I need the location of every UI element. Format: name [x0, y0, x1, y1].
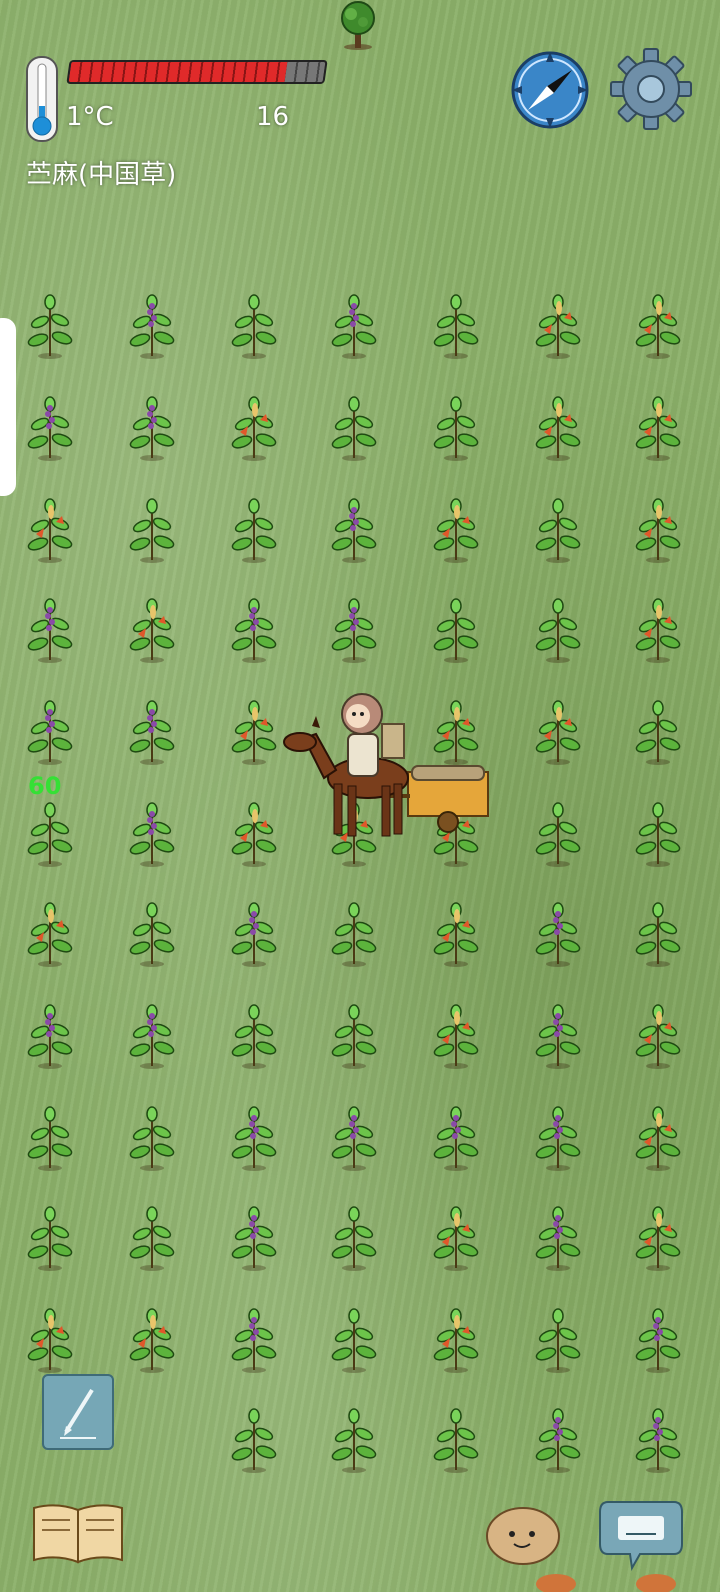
ramie-plant[interactable]: [128, 1306, 176, 1374]
temperature-readout: 1°C: [66, 102, 114, 132]
ramie-plant[interactable]: [534, 292, 582, 360]
potato-face-icon[interactable]: [484, 1502, 562, 1566]
ramie-plant[interactable]: [26, 800, 74, 868]
ramie-plant[interactable]: [330, 394, 378, 462]
ramie-plant[interactable]: [26, 1104, 74, 1172]
ramie-plant[interactable]: [330, 596, 378, 664]
ramie-plant[interactable]: [634, 1406, 682, 1474]
ramie-plant[interactable]: [26, 1002, 74, 1070]
ramie-plant[interactable]: [26, 1204, 74, 1272]
ramie-plant[interactable]: [128, 1002, 176, 1070]
ramie-plant[interactable]: [230, 1406, 278, 1474]
ramie-plant[interactable]: [634, 698, 682, 766]
ramie-plant[interactable]: [26, 596, 74, 664]
ramie-plant[interactable]: [330, 1204, 378, 1272]
ramie-plant[interactable]: [634, 800, 682, 868]
ramie-plant[interactable]: [534, 596, 582, 664]
health-bar-fill: [68, 62, 288, 82]
ramie-plant[interactable]: [26, 1306, 74, 1374]
ramie-plant[interactable]: [128, 900, 176, 968]
ramie-plant[interactable]: [432, 496, 480, 564]
ramie-plant[interactable]: [230, 394, 278, 462]
ramie-plant[interactable]: [128, 292, 176, 360]
ramie-plant[interactable]: [330, 292, 378, 360]
thermometer-icon: [26, 56, 58, 142]
ramie-plant[interactable]: [534, 1204, 582, 1272]
ramie-plant[interactable]: [634, 292, 682, 360]
ramie-plant[interactable]: [128, 596, 176, 664]
ramie-plant[interactable]: [534, 1002, 582, 1070]
ramie-plant[interactable]: [230, 1002, 278, 1070]
ramie-plant[interactable]: [230, 1306, 278, 1374]
compass-icon[interactable]: [510, 50, 590, 130]
ramie-plant[interactable]: [128, 394, 176, 462]
counter-readout: 16: [256, 102, 290, 132]
ramie-plant[interactable]: [230, 596, 278, 664]
ramie-plant[interactable]: [432, 1204, 480, 1272]
ramie-plant[interactable]: [330, 1002, 378, 1070]
ramie-plant[interactable]: [230, 800, 278, 868]
ramie-plant[interactable]: [330, 1406, 378, 1474]
ramie-plant[interactable]: [128, 1204, 176, 1272]
ramie-plant[interactable]: [634, 596, 682, 664]
ramie-plant[interactable]: [26, 292, 74, 360]
ramie-plant[interactable]: [128, 496, 176, 564]
ramie-plant[interactable]: [432, 1002, 480, 1070]
ramie-plant[interactable]: [230, 1204, 278, 1272]
ramie-plant[interactable]: [432, 394, 480, 462]
gear-icon[interactable]: [610, 48, 692, 130]
ramie-plant[interactable]: [432, 900, 480, 968]
ramie-plant[interactable]: [432, 292, 480, 360]
side-drawer-tab[interactable]: [0, 318, 16, 496]
book-icon[interactable]: [30, 1500, 126, 1566]
ramie-plant[interactable]: [634, 1002, 682, 1070]
pen-icon[interactable]: [42, 1374, 114, 1450]
ramie-plant[interactable]: [534, 800, 582, 868]
ramie-plant[interactable]: [534, 1406, 582, 1474]
ramie-plant[interactable]: [230, 292, 278, 360]
ramie-plant[interactable]: [128, 1104, 176, 1172]
ramie-plant[interactable]: [634, 496, 682, 564]
ramie-plant[interactable]: [534, 1306, 582, 1374]
ramie-plant[interactable]: [26, 698, 74, 766]
item-sprite-edge[interactable]: [532, 1566, 580, 1592]
ramie-plant[interactable]: [432, 1306, 480, 1374]
ramie-plant[interactable]: [634, 900, 682, 968]
ramie-plant[interactable]: [534, 900, 582, 968]
ramie-plant[interactable]: [230, 698, 278, 766]
tree-sprite[interactable]: [332, 0, 384, 52]
ramie-plant[interactable]: [128, 698, 176, 766]
ramie-plant[interactable]: [634, 1104, 682, 1172]
ramie-plant[interactable]: [432, 596, 480, 664]
floating-number: 60: [28, 772, 62, 800]
ramie-plant[interactable]: [534, 698, 582, 766]
item-sprite-edge[interactable]: [632, 1566, 680, 1592]
ramie-plant[interactable]: [634, 1204, 682, 1272]
ramie-plant[interactable]: [330, 1306, 378, 1374]
health-bar: [66, 60, 328, 84]
ramie-plant[interactable]: [634, 394, 682, 462]
ramie-plant[interactable]: [330, 496, 378, 564]
ramie-plant[interactable]: [534, 496, 582, 564]
ramie-plant[interactable]: [330, 900, 378, 968]
ramie-plant[interactable]: [230, 1104, 278, 1172]
ramie-plant[interactable]: [230, 496, 278, 564]
ramie-plant[interactable]: [330, 1104, 378, 1172]
ramie-plant[interactable]: [26, 394, 74, 462]
keyboard-icon[interactable]: [598, 1498, 684, 1572]
ramie-plant[interactable]: [26, 900, 74, 968]
ramie-plant[interactable]: [128, 800, 176, 868]
health-bar-empty: [284, 62, 326, 82]
ramie-plant[interactable]: [534, 394, 582, 462]
ramie-plant[interactable]: [230, 900, 278, 968]
ramie-plant[interactable]: [432, 1104, 480, 1172]
ramie-plant[interactable]: [634, 1306, 682, 1374]
player-on-horse-cart[interactable]: [278, 686, 492, 840]
hovered-object-label: 苎麻(中国草): [26, 160, 177, 190]
ramie-plant[interactable]: [26, 496, 74, 564]
ramie-plant[interactable]: [534, 1104, 582, 1172]
ramie-plant[interactable]: [432, 1406, 480, 1474]
